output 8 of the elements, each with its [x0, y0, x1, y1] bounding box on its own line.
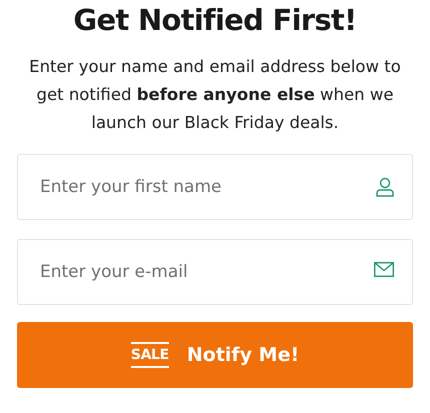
notify-button[interactable]: SALE Notify Me! [17, 322, 413, 388]
intro-text: Enter your name and email address below to get notified before anyone else when we launch our Black Friday deals. [28, 56, 402, 134]
envelope-icon [374, 262, 394, 277]
name-field[interactable]: Enter your first name [17, 154, 413, 220]
sale-badge: SALE [130, 342, 169, 368]
user-icon [376, 177, 394, 197]
email-field[interactable]: Enter your e-mail [17, 239, 413, 305]
form-title: Get Notified First! [73, 2, 357, 39]
